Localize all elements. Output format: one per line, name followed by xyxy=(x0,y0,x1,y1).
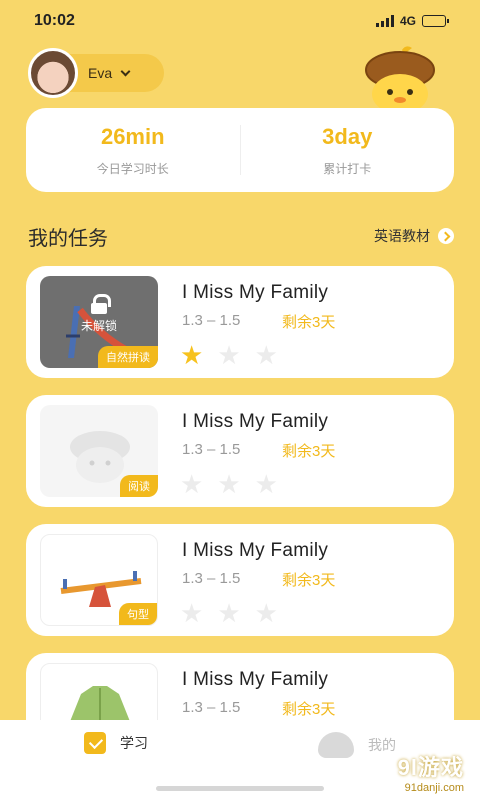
lock-overlay: 未解锁 xyxy=(40,294,158,334)
textbook-link-label: 英语教材 xyxy=(374,228,430,244)
task-remaining: 剩余3天 xyxy=(282,572,336,589)
checkin-stat: 3day 累计打卡 xyxy=(241,124,455,177)
watermark-url: 91danji.com xyxy=(404,782,464,794)
task-card[interactable]: 阅读 I Miss My Family 1.3 – 1.5 剩余3天 ★ ★ ★ xyxy=(26,395,454,507)
star-icon: ★ xyxy=(217,340,241,370)
textbook-link[interactable]: 英语教材 xyxy=(374,226,454,246)
task-remaining: 剩余3天 xyxy=(282,314,336,331)
nav-study-label: 学习 xyxy=(120,735,148,751)
status-indicators: 4G xyxy=(375,14,449,28)
avatar xyxy=(28,48,78,98)
task-remaining: 剩余3天 xyxy=(282,701,336,718)
home-indicator xyxy=(156,786,324,791)
watermark: 9l游戏 91danji.com xyxy=(398,750,464,794)
task-title: I Miss My Family xyxy=(182,411,329,432)
task-title: I Miss My Family xyxy=(182,540,329,561)
task-range: 1.3 – 1.5 xyxy=(182,570,241,587)
mascot-acorn-icon xyxy=(365,46,435,114)
task-thumbnail: 句型 xyxy=(40,534,158,626)
study-time-stat: 26min 今日学习时长 xyxy=(26,124,240,177)
nav-item-study[interactable]: 学习 xyxy=(84,732,148,754)
task-title: I Miss My Family xyxy=(182,669,329,690)
task-type-tag: 自然拼读 xyxy=(98,346,158,368)
chevron-down-icon xyxy=(120,66,131,76)
star-rating: ★ ★ ★ xyxy=(180,342,278,368)
star-icon: ★ xyxy=(217,469,241,499)
study-icon xyxy=(84,732,106,754)
stats-card: 26min 今日学习时长 3day 累计打卡 xyxy=(26,108,454,192)
lock-label: 未解锁 xyxy=(80,319,117,333)
nav-item-mine[interactable]: 我的 xyxy=(318,732,396,758)
checkin-label: 累计打卡 xyxy=(323,161,372,176)
star-icon: ★ xyxy=(254,469,278,499)
star-icon: ★ xyxy=(254,340,278,370)
user-switcher[interactable]: Eva xyxy=(28,48,164,98)
task-thumbnail: 未解锁 自然拼读 xyxy=(40,276,158,368)
star-icon: ★ xyxy=(254,598,278,628)
task-type-tag: 句型 xyxy=(119,603,157,625)
task-title: I Miss My Family xyxy=(182,282,329,303)
arrow-right-icon xyxy=(438,228,454,244)
star-rating: ★ ★ ★ xyxy=(180,600,278,626)
network-label: 4G xyxy=(399,14,416,28)
star-icon: ★ xyxy=(180,340,204,370)
star-icon: ★ xyxy=(217,598,241,628)
task-remaining: 剩余3天 xyxy=(282,443,336,460)
star-icon: ★ xyxy=(180,598,204,628)
star-icon: ★ xyxy=(180,469,204,499)
star-rating: ★ ★ ★ xyxy=(180,471,278,497)
lock-icon xyxy=(91,294,111,314)
mine-icon xyxy=(318,732,354,758)
task-range: 1.3 – 1.5 xyxy=(182,312,241,329)
study-time-label: 今日学习时长 xyxy=(96,161,169,176)
section-title: 我的任务 xyxy=(28,228,108,250)
nav-mine-label: 我的 xyxy=(368,737,396,753)
checkin-value: 3day xyxy=(322,123,373,149)
study-time-value: 26min xyxy=(100,123,165,149)
status-bar: 10:02 4G xyxy=(0,0,480,42)
task-thumbnail: 阅读 xyxy=(40,405,158,497)
status-time: 10:02 xyxy=(34,12,75,29)
task-type-tag: 阅读 xyxy=(120,475,158,497)
task-card[interactable]: 未解锁 自然拼读 I Miss My Family 1.3 – 1.5 剩余3天… xyxy=(26,266,454,378)
watermark-logo: 9l游戏 xyxy=(397,755,464,780)
task-range: 1.3 – 1.5 xyxy=(182,441,241,458)
user-name: Eva xyxy=(88,65,113,81)
signal-icon xyxy=(375,15,394,27)
battery-icon xyxy=(422,15,449,27)
task-card[interactable]: 句型 I Miss My Family 1.3 – 1.5 剩余3天 ★ ★ ★ xyxy=(26,524,454,636)
task-range: 1.3 – 1.5 xyxy=(182,699,241,716)
